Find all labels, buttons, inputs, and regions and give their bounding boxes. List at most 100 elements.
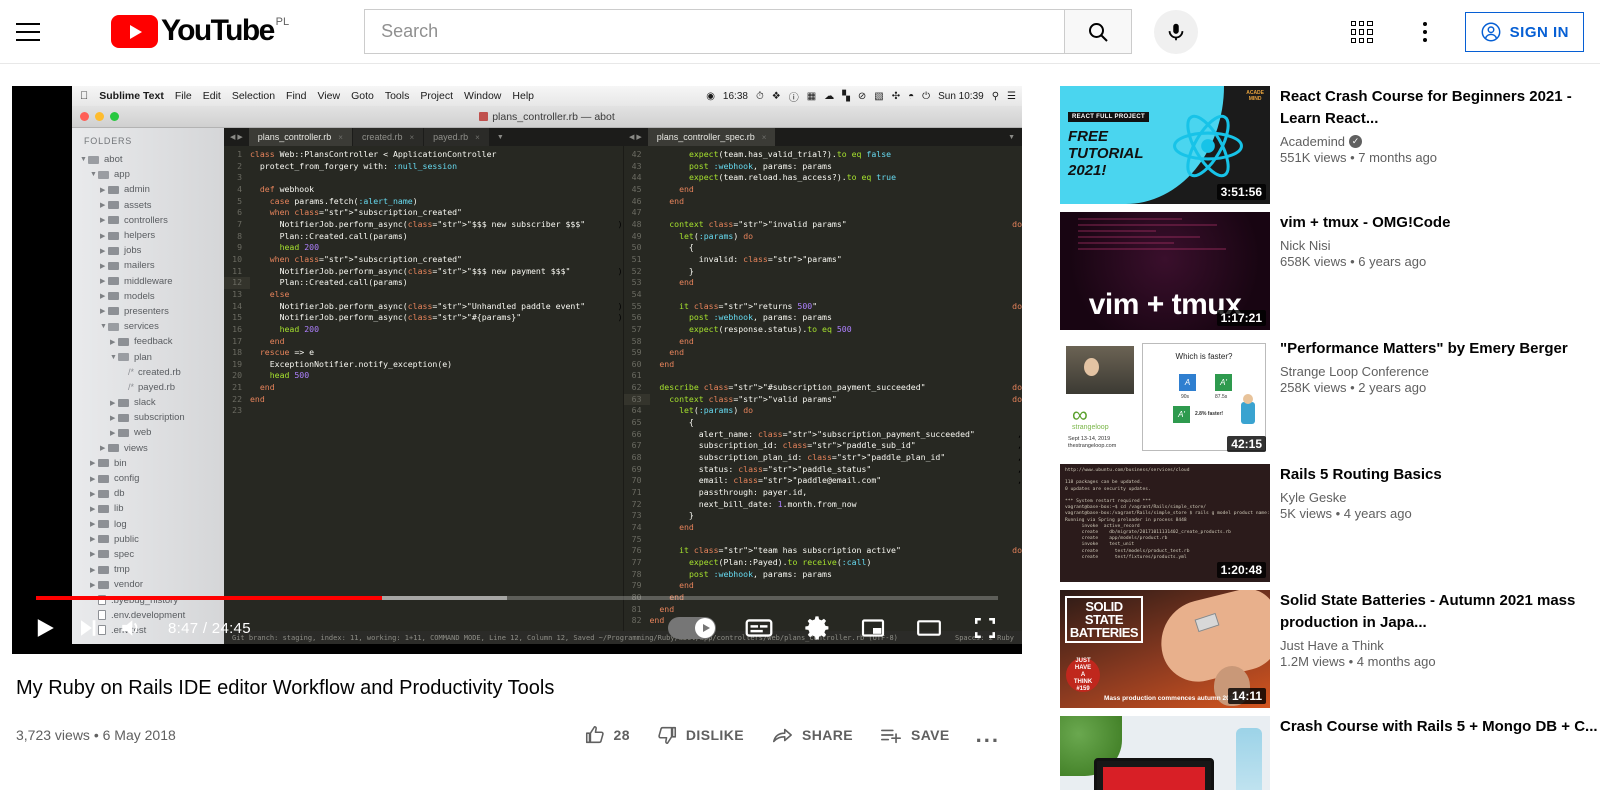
volume-button[interactable]: [116, 614, 144, 642]
save-button[interactable]: SAVE: [879, 724, 950, 746]
tree-item[interactable]: ▶ subscription: [72, 410, 224, 425]
close-tab-icon[interactable]: ×: [762, 133, 767, 142]
right-pane-tabs[interactable]: ◀ ▶ plans_controller_spec.rb × ▼: [623, 128, 1022, 146]
close-tab-icon[interactable]: ×: [475, 133, 480, 142]
tree-item[interactable]: ▶ assets: [72, 198, 224, 213]
disclosure-arrow-icon[interactable]: ▶: [110, 338, 118, 346]
editor-tab[interactable]: plans_controller.rb ×: [248, 128, 353, 146]
menu-selection[interactable]: Selection: [232, 90, 275, 102]
video-player[interactable]:  Sublime Text File Edit Selection Find …: [12, 86, 1022, 654]
disclosure-arrow-icon[interactable]: ▶: [100, 247, 108, 255]
share-button[interactable]: SHARE: [770, 724, 853, 746]
video-thumbnail[interactable]: ∞ strangeloop Sept 13-14, 2019 thestrangelo…: [1060, 338, 1270, 456]
spotlight-search-icon[interactable]: ⚲: [992, 91, 999, 102]
tree-item[interactable]: ▼ app: [72, 167, 224, 182]
menu-find[interactable]: Find: [286, 90, 306, 102]
window-traffic-lights[interactable]: [80, 112, 119, 121]
voice-search-button[interactable]: [1154, 9, 1199, 54]
recommended-video-item[interactable]: vim + tmux 1:17:21 vim + tmux - OMG!Code Ni…: [1060, 212, 1600, 330]
right-tab-dropdown-icon[interactable]: ▼: [1001, 128, 1022, 146]
disclosure-arrow-icon[interactable]: ▶: [100, 277, 108, 285]
menu-help[interactable]: Help: [512, 90, 534, 102]
tree-item[interactable]: ▶ public: [72, 532, 224, 547]
tree-item[interactable]: ▶ middleware: [72, 274, 224, 289]
kebab-menu-icon[interactable]: [1413, 20, 1437, 44]
menu-window[interactable]: Window: [464, 90, 501, 102]
disclosure-arrow-icon[interactable]: ▶: [100, 262, 108, 270]
play-button[interactable]: [28, 612, 60, 644]
disclosure-arrow-icon[interactable]: ▼: [80, 156, 88, 163]
video-thumbnail[interactable]: http://www.ubuntu.com/business/services/…: [1060, 464, 1270, 582]
search-button[interactable]: [1064, 9, 1133, 54]
disclosure-arrow-icon[interactable]: ▶: [100, 232, 108, 240]
tree-item[interactable]: ▶ slack: [72, 395, 224, 410]
tree-item[interactable]: ▶ log: [72, 517, 224, 532]
channel-name[interactable]: Strange Loop Conference: [1280, 364, 1568, 379]
tree-item[interactable]: ▶ spec: [72, 547, 224, 562]
tree-item[interactable]: ▶ helpers: [72, 228, 224, 243]
tree-item[interactable]: ▶ web: [72, 425, 224, 440]
tree-item[interactable]: ▶ feedback: [72, 334, 224, 349]
youtube-logo[interactable]: YouTube PL: [111, 15, 289, 48]
hamburger-menu-icon[interactable]: [16, 22, 40, 41]
tab-nav-arrows-right[interactable]: ◀ ▶: [623, 128, 648, 146]
tree-item[interactable]: ▶ jobs: [72, 243, 224, 258]
channel-name[interactable]: Nick Nisi: [1280, 238, 1450, 253]
menu-goto[interactable]: Goto: [351, 90, 374, 102]
tree-item[interactable]: ▶ config: [72, 471, 224, 486]
disclosure-arrow-icon[interactable]: ▶: [100, 292, 108, 300]
apps-grid-icon[interactable]: [1350, 21, 1373, 43]
menu-project[interactable]: Project: [420, 90, 453, 102]
video-thumbnail[interactable]: ACADE MIND REACT FULL PROJECT FREE TUTORIAL 2…: [1060, 86, 1270, 204]
disclosure-arrow-icon[interactable]: ▶: [90, 490, 98, 498]
tree-item[interactable]: ▶ views: [72, 441, 224, 456]
channel-name[interactable]: Just Have a Think: [1280, 638, 1600, 653]
menu-tools[interactable]: Tools: [385, 90, 410, 102]
tab-nav-arrows[interactable]: ◀ ▶: [224, 128, 249, 146]
tree-item[interactable]: ▶ db: [72, 486, 224, 501]
fullscreen-button[interactable]: [970, 613, 1000, 643]
tree-item[interactable]: ▼ plan: [72, 349, 224, 364]
video-thumbnail[interactable]: [1060, 716, 1270, 790]
left-pane-tabs[interactable]: ◀ ▶ plans_controller.rb × created.rb × payed…: [224, 128, 623, 146]
menu-edit[interactable]: Edit: [203, 90, 221, 102]
right-editor-pane[interactable]: 42 expect(team.has_valid_trial?).to eq f…: [622, 146, 1022, 631]
tree-item[interactable]: ▶ controllers: [72, 213, 224, 228]
tree-item[interactable]: ▼ abot: [72, 152, 224, 167]
disclosure-arrow-icon[interactable]: ▶: [100, 307, 108, 315]
disclosure-arrow-icon[interactable]: ▼: [90, 171, 98, 178]
video-thumbnail[interactable]: SOLID STATE BATTERIES JUST HAVE A THINK #159 Mas…: [1060, 590, 1270, 708]
tree-item[interactable]: ▶ models: [72, 289, 224, 304]
miniplayer-button[interactable]: [858, 613, 888, 643]
close-tab-icon[interactable]: ×: [338, 133, 343, 142]
progress-bar[interactable]: [36, 596, 998, 600]
autoplay-toggle[interactable]: [668, 617, 716, 639]
menu-view[interactable]: View: [317, 90, 340, 102]
more-actions-button[interactable]: ...: [976, 724, 1000, 746]
disclosure-arrow-icon[interactable]: ▶: [90, 459, 98, 467]
disclosure-arrow-icon[interactable]: ▶: [110, 399, 118, 407]
disclosure-arrow-icon[interactable]: ▶: [90, 535, 98, 543]
editor-tab[interactable]: payed.rb ×: [424, 128, 490, 146]
disclosure-arrow-icon[interactable]: ▶: [90, 475, 98, 483]
dislike-button[interactable]: DISLIKE: [656, 724, 744, 746]
tree-item[interactable]: /* payed.rb: [72, 380, 224, 395]
recommended-video-item[interactable]: http://www.ubuntu.com/business/services/…: [1060, 464, 1600, 582]
theater-mode-button[interactable]: [914, 613, 944, 643]
disclosure-arrow-icon[interactable]: ▶: [90, 520, 98, 528]
tree-item[interactable]: ▶ presenters: [72, 304, 224, 319]
disclosure-arrow-icon[interactable]: ▶: [100, 444, 108, 452]
disclosure-arrow-icon[interactable]: ▶: [100, 216, 108, 224]
disclosure-arrow-icon[interactable]: ▶: [110, 429, 118, 437]
editor-tab[interactable]: plans_controller_spec.rb ×: [647, 128, 777, 146]
editor-tab[interactable]: created.rb ×: [352, 128, 425, 146]
notification-center-icon[interactable]: ☰: [1007, 91, 1016, 102]
disclosure-arrow-icon[interactable]: ▼: [100, 323, 108, 330]
like-button[interactable]: 28: [584, 724, 630, 746]
recommended-video-item[interactable]: ∞ strangeloop Sept 13-14, 2019 thestrangelo…: [1060, 338, 1600, 456]
channel-name[interactable]: Academind ✓: [1280, 134, 1600, 149]
left-tab-dropdown-icon[interactable]: ▼: [490, 128, 511, 146]
recommended-video-item[interactable]: ACADE MIND REACT FULL PROJECT FREE TUTORIAL 2…: [1060, 86, 1600, 204]
channel-name[interactable]: Kyle Geske: [1280, 490, 1442, 505]
tree-item[interactable]: ▶ admin: [72, 182, 224, 197]
